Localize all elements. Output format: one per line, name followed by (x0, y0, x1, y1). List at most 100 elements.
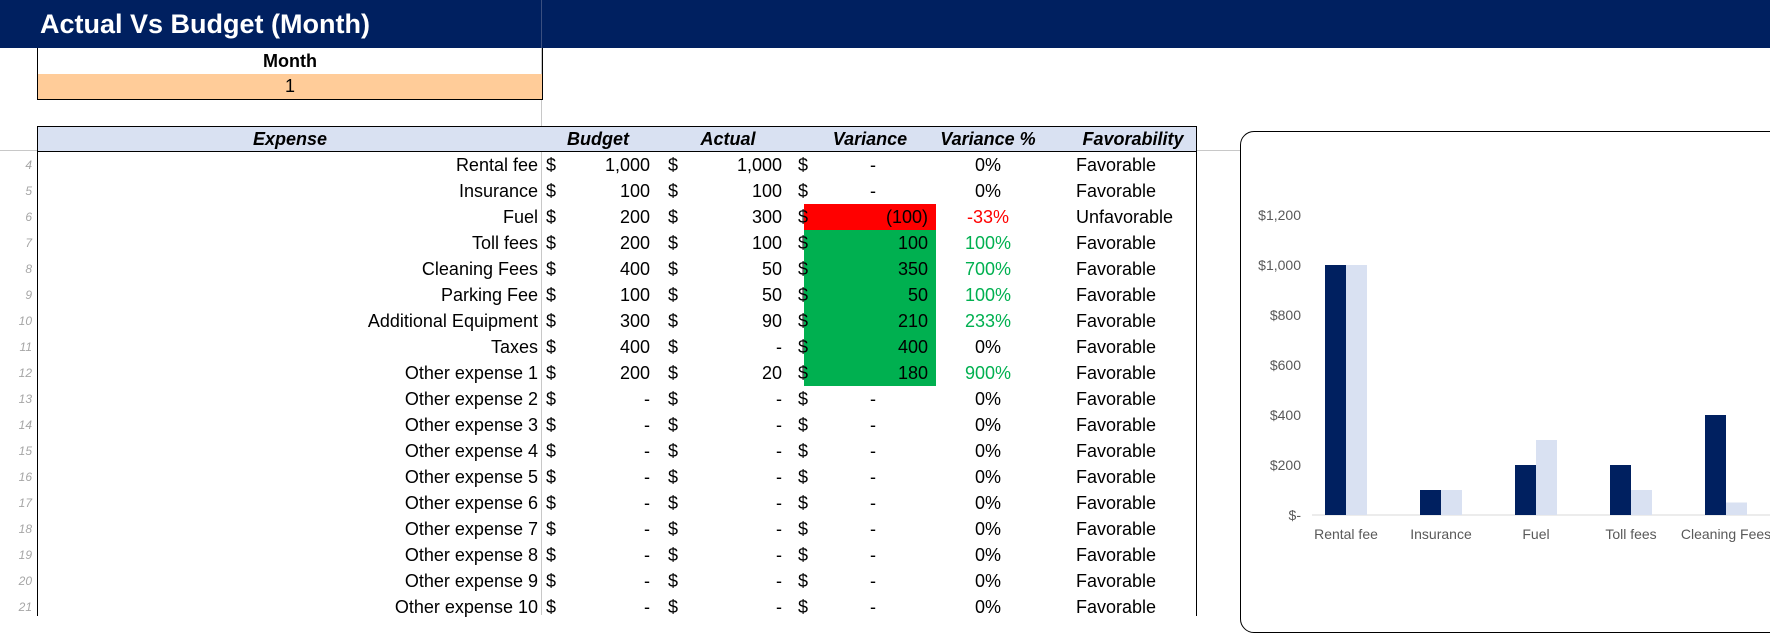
cell-actual[interactable]: - (688, 464, 782, 490)
cell-favorability[interactable]: Favorable (1076, 334, 1194, 360)
cell-expense[interactable]: Other expense 4 (38, 438, 538, 464)
header-actual[interactable]: Actual (672, 127, 784, 151)
cell-budget[interactable]: 400 (564, 256, 650, 282)
cell-variance[interactable]: - (818, 594, 876, 620)
cell-expense[interactable]: Other expense 3 (38, 412, 538, 438)
cell-actual[interactable]: 300 (688, 204, 782, 230)
cell-variance[interactable]: 100 (818, 230, 928, 256)
bar-actual[interactable] (1631, 490, 1652, 515)
cell-variance-pct[interactable]: 0% (938, 412, 1038, 438)
cell-actual[interactable]: - (688, 516, 782, 542)
cell-budget[interactable]: 200 (564, 360, 650, 386)
cell-variance[interactable]: - (818, 438, 876, 464)
cell-variance[interactable]: - (818, 412, 876, 438)
cell-variance[interactable]: - (818, 464, 876, 490)
cell-budget[interactable]: 100 (564, 178, 650, 204)
cell-favorability[interactable]: Favorable (1076, 386, 1194, 412)
bar-actual[interactable] (1346, 265, 1367, 515)
cell-actual[interactable]: - (688, 386, 782, 412)
header-variance-pct[interactable]: Variance % (938, 127, 1038, 151)
cell-expense[interactable]: Fuel (38, 204, 538, 230)
cell-budget[interactable]: - (564, 594, 650, 620)
cell-expense[interactable]: Additional Equipment (38, 308, 538, 334)
cell-expense[interactable]: Other expense 2 (38, 386, 538, 412)
cell-variance[interactable]: - (818, 178, 876, 204)
cell-variance[interactable]: 210 (818, 308, 928, 334)
cell-variance[interactable]: - (818, 490, 876, 516)
cell-favorability[interactable]: Favorable (1076, 438, 1194, 464)
cell-variance-pct[interactable]: 0% (938, 594, 1038, 620)
bar-budget[interactable] (1515, 465, 1536, 515)
cell-actual[interactable]: - (688, 412, 782, 438)
cell-actual[interactable]: 50 (688, 282, 782, 308)
cell-actual[interactable]: - (688, 594, 782, 620)
cell-budget[interactable]: 400 (564, 334, 650, 360)
cell-variance-pct[interactable]: 0% (938, 490, 1038, 516)
cell-budget[interactable]: - (564, 464, 650, 490)
cell-actual[interactable]: 20 (688, 360, 782, 386)
cell-expense[interactable]: Rental fee (38, 152, 538, 178)
cell-favorability[interactable]: Favorable (1076, 412, 1194, 438)
cell-variance[interactable]: - (818, 386, 876, 412)
cell-variance-pct[interactable]: 100% (938, 230, 1038, 256)
cell-expense[interactable]: Other expense 7 (38, 516, 538, 542)
header-budget[interactable]: Budget (542, 127, 654, 151)
cell-budget[interactable]: - (564, 386, 650, 412)
cell-expense[interactable]: Other expense 8 (38, 542, 538, 568)
cell-variance[interactable]: - (818, 542, 876, 568)
cell-variance-pct[interactable]: 0% (938, 568, 1038, 594)
cell-variance-pct[interactable]: 0% (938, 386, 1038, 412)
cell-variance[interactable]: 180 (818, 360, 928, 386)
cell-expense[interactable]: Toll fees (38, 230, 538, 256)
cell-actual[interactable]: - (688, 568, 782, 594)
cell-favorability[interactable]: Favorable (1076, 230, 1194, 256)
cell-actual[interactable]: 90 (688, 308, 782, 334)
cell-favorability[interactable]: Favorable (1076, 360, 1194, 386)
bar-actual[interactable] (1536, 440, 1557, 515)
cell-favorability[interactable]: Favorable (1076, 542, 1194, 568)
cell-actual[interactable]: - (688, 542, 782, 568)
header-favorability[interactable]: Favorability (1070, 127, 1196, 151)
cell-variance[interactable]: 400 (818, 334, 928, 360)
cell-expense[interactable]: Insurance (38, 178, 538, 204)
cell-expense[interactable]: Taxes (38, 334, 538, 360)
cell-expense[interactable]: Other expense 10 (38, 594, 538, 620)
header-expense[interactable]: Expense (38, 127, 542, 151)
cell-variance[interactable]: 350 (818, 256, 928, 282)
cell-favorability[interactable]: Favorable (1076, 594, 1194, 620)
cell-budget[interactable]: - (564, 568, 650, 594)
cell-favorability[interactable]: Favorable (1076, 152, 1194, 178)
cell-budget[interactable]: - (564, 438, 650, 464)
cell-variance-pct[interactable]: 0% (938, 178, 1038, 204)
bar-actual[interactable] (1726, 502, 1747, 516)
cell-favorability[interactable]: Favorable (1076, 282, 1194, 308)
cell-variance[interactable]: 50 (818, 282, 928, 308)
cell-variance-pct[interactable]: 0% (938, 464, 1038, 490)
cell-actual[interactable]: 1,000 (688, 152, 782, 178)
cell-variance-pct[interactable]: 100% (938, 282, 1038, 308)
cell-actual[interactable]: 100 (688, 230, 782, 256)
cell-favorability[interactable]: Favorable (1076, 256, 1194, 282)
cell-expense[interactable]: Other expense 9 (38, 568, 538, 594)
cell-budget[interactable]: - (564, 412, 650, 438)
month-input[interactable]: 1 (38, 74, 542, 99)
cell-variance[interactable]: - (818, 152, 876, 178)
cell-favorability[interactable]: Unfavorable (1076, 204, 1194, 230)
cell-variance-pct[interactable]: 0% (938, 438, 1038, 464)
cell-expense[interactable]: Cleaning Fees (38, 256, 538, 282)
cell-variance-pct[interactable]: 0% (938, 516, 1038, 542)
header-variance[interactable]: Variance (804, 127, 936, 151)
cell-favorability[interactable]: Favorable (1076, 308, 1194, 334)
bar-budget[interactable] (1325, 265, 1346, 515)
cell-budget[interactable]: 300 (564, 308, 650, 334)
cell-favorability[interactable]: Favorable (1076, 490, 1194, 516)
cell-favorability[interactable]: Favorable (1076, 178, 1194, 204)
bar-budget[interactable] (1705, 415, 1726, 515)
bar-budget[interactable] (1420, 490, 1441, 515)
cell-expense[interactable]: Other expense 1 (38, 360, 538, 386)
cell-actual[interactable]: 100 (688, 178, 782, 204)
cell-variance-pct[interactable]: 233% (938, 308, 1038, 334)
cell-budget[interactable]: 200 (564, 204, 650, 230)
cell-expense[interactable]: Other expense 5 (38, 464, 538, 490)
cell-actual[interactable]: 50 (688, 256, 782, 282)
